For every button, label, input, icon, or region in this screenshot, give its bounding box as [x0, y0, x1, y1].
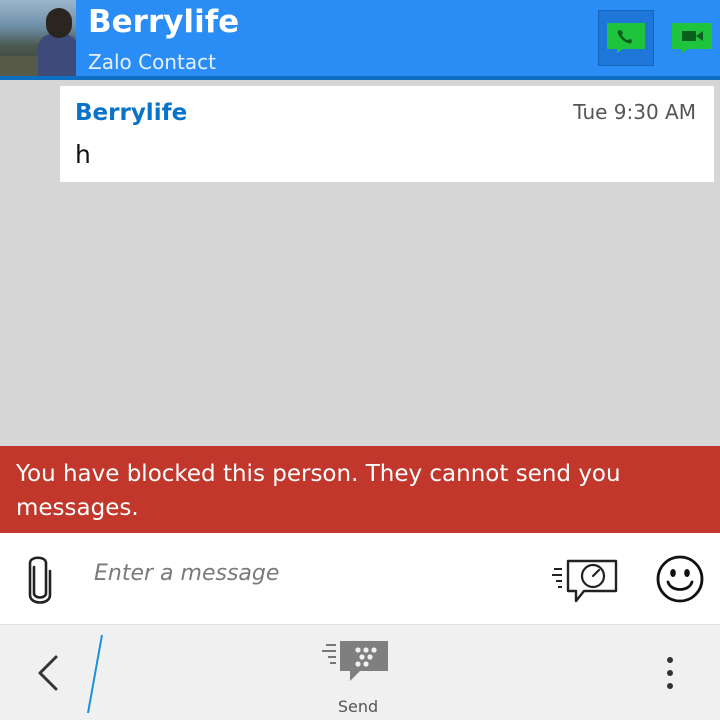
timed-message-icon [552, 559, 618, 603]
message-timestamp: Tue 9:30 AM [573, 100, 696, 124]
smiley-icon [656, 555, 704, 603]
action-bar: Send [0, 624, 720, 720]
overflow-menu-button[interactable] [660, 655, 680, 695]
contact-name[interactable]: Berrylife [88, 4, 239, 40]
message-input[interactable] [94, 561, 534, 586]
voice-call-button[interactable] [598, 10, 654, 66]
video-call-button[interactable] [664, 10, 720, 66]
back-chevron-icon [38, 655, 58, 691]
message-composer [0, 533, 720, 624]
back-button[interactable] [34, 653, 62, 697]
paperclip-icon [28, 556, 52, 604]
message-text: h [75, 140, 91, 169]
message-sender: Berrylife [75, 100, 188, 126]
timed-message-button[interactable] [552, 555, 622, 609]
bbm-send-icon [322, 641, 388, 681]
back-separator [84, 633, 106, 719]
contact-subtitle: Zalo Contact [88, 50, 216, 74]
overflow-menu-icon [667, 657, 673, 689]
message-bubble[interactable]: Berrylife Tue 9:30 AM h [60, 86, 714, 182]
phone-icon [607, 23, 645, 53]
attach-button[interactable] [22, 553, 58, 611]
chat-header: Berrylife Zalo Contact [0, 0, 720, 80]
send-button[interactable]: Send [320, 637, 396, 717]
video-call-icon [672, 23, 712, 53]
contact-avatar[interactable] [0, 0, 76, 76]
send-label: Send [337, 697, 379, 716]
blocked-banner: You have blocked this person. They canno… [0, 446, 720, 533]
emoji-button[interactable] [655, 554, 705, 608]
